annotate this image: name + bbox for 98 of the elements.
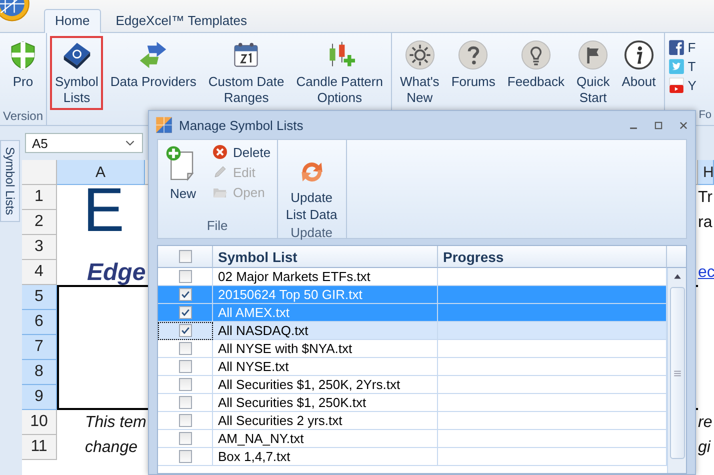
cell-text: This tem [84, 412, 145, 432]
checkbox[interactable] [178, 288, 192, 301]
app-logo-icon [155, 116, 173, 134]
name-box[interactable]: A5 [25, 133, 143, 153]
checkbox[interactable] [178, 342, 192, 355]
checkbox[interactable] [178, 396, 192, 409]
cell-text: ra [698, 212, 714, 232]
video-icon [668, 77, 685, 94]
scrollbar[interactable] [667, 268, 686, 473]
ribbon-button[interactable]: Forums [446, 36, 500, 94]
ribbon-tab[interactable]: Home [44, 9, 101, 33]
column-header[interactable]: A [57, 160, 145, 185]
row-header[interactable]: 6 [22, 310, 57, 335]
flag-icon [578, 40, 608, 70]
subtitle-text: Edge [86, 260, 145, 285]
group-label: Version [3, 109, 44, 125]
checkbox[interactable] [178, 250, 192, 263]
ribbon-button[interactable]: About [616, 36, 661, 94]
row-selector-cell[interactable] [158, 358, 213, 376]
row-header[interactable]: 5 [22, 285, 57, 310]
side-panel-tab[interactable]: Symbol Lists [0, 140, 20, 222]
cell-text: gi [698, 438, 712, 458]
ribbon-button[interactable]: Candle Pattern Options [291, 36, 388, 110]
checkbox[interactable] [178, 306, 192, 319]
row-header[interactable]: 2 [22, 210, 57, 235]
row-selector-cell[interactable] [158, 322, 213, 340]
info-icon [624, 40, 654, 70]
column-header[interactable]: Symbol List [213, 246, 438, 268]
checkbox[interactable] [178, 270, 192, 283]
ribbon-button[interactable]: Custom Date Ranges [203, 36, 290, 110]
list-row[interactable]: AM_NA_NY.txt [213, 430, 438, 448]
row-header[interactable]: 4 [22, 260, 57, 285]
row-header[interactable]: 9 [22, 385, 57, 410]
ribbon-tab[interactable]: EdgeXcel™ Templates [104, 9, 258, 33]
book-icon [62, 40, 92, 70]
list-row[interactable]: All NASDAQ.txt [213, 322, 438, 340]
ribbon-button[interactable]: Pro [3, 36, 43, 94]
close-icon[interactable] [678, 120, 689, 130]
group-label: Fo [698, 109, 712, 123]
ribbon-button[interactable]: Feedback [502, 36, 570, 94]
scroll-up-icon[interactable] [672, 272, 682, 281]
row-selector-cell[interactable] [158, 394, 213, 412]
cell-text: Tr [698, 188, 714, 208]
cell-text: change [84, 438, 138, 458]
list-row[interactable]: All Securities $1, 250K.txt [213, 394, 438, 412]
column-header[interactable]: Progress [438, 246, 667, 268]
select-all-corner[interactable] [22, 160, 57, 185]
lightbulb-icon [520, 40, 551, 70]
list-row[interactable]: All Securities 2 yrs.txt [213, 412, 438, 430]
row-header[interactable]: 11 [22, 435, 57, 460]
checkbox[interactable] [178, 432, 192, 445]
row-selector-cell[interactable] [158, 448, 213, 466]
row-header[interactable]: 3 [22, 235, 57, 260]
ribbon-button[interactable]: What's New [394, 36, 444, 110]
checkbox[interactable] [178, 324, 192, 337]
ribbon-button[interactable]: Delete [210, 143, 273, 161]
pencil-icon [212, 164, 228, 180]
question-icon [458, 40, 488, 70]
row-selector-cell[interactable] [158, 412, 213, 430]
scrollbar-thumb[interactable] [670, 287, 684, 459]
checkbox[interactable] [178, 360, 192, 373]
social-link[interactable]: F [668, 39, 696, 56]
row-selector-cell[interactable] [158, 286, 213, 304]
ribbon-button[interactable]: Update List Data [282, 143, 342, 225]
social-link[interactable]: Y [668, 77, 696, 94]
ribbon-button[interactable]: Quick Start [571, 36, 615, 110]
logo-text: E [82, 185, 126, 235]
dialog-title: Manage Symbol Lists [179, 118, 304, 132]
social-link[interactable]: T [668, 58, 696, 75]
checkbox[interactable] [178, 378, 192, 391]
ribbon-button[interactable]: New [162, 143, 204, 218]
list-row[interactable]: All Securities $1, 250K, 2Yrs.txt [213, 376, 438, 394]
row-selector-cell[interactable] [158, 376, 213, 394]
arrows-icon [138, 40, 168, 70]
grip-icon [672, 368, 682, 378]
row-header[interactable]: 8 [22, 360, 57, 385]
checkbox[interactable] [178, 450, 192, 463]
list-row[interactable]: All NYSE with $NYA.txt [213, 340, 438, 358]
column-header[interactable]: H [698, 160, 714, 185]
ribbon-button[interactable]: Data Providers [105, 36, 202, 94]
list-row[interactable]: All NYSE.txt [213, 358, 438, 376]
ribbon-button[interactable]: Symbol Lists [50, 36, 104, 110]
row-header[interactable]: 10 [22, 410, 57, 435]
row-header[interactable]: 7 [22, 335, 57, 360]
row-selector-cell[interactable] [158, 304, 213, 322]
maximize-icon[interactable] [653, 120, 664, 130]
group-label: Update [290, 225, 334, 240]
row-selector-cell[interactable] [158, 430, 213, 448]
row-header[interactable]: 1 [22, 185, 57, 210]
group-label: File [206, 218, 229, 235]
list-row[interactable]: Box 1,4,7.txt [213, 448, 438, 466]
cell-text: re [698, 412, 714, 432]
delete-icon [212, 144, 228, 160]
row-selector-cell[interactable] [158, 340, 213, 358]
facebook-icon [668, 39, 685, 56]
sun-icon [404, 40, 435, 70]
checkbox[interactable] [178, 414, 192, 427]
bird-icon [668, 58, 685, 75]
